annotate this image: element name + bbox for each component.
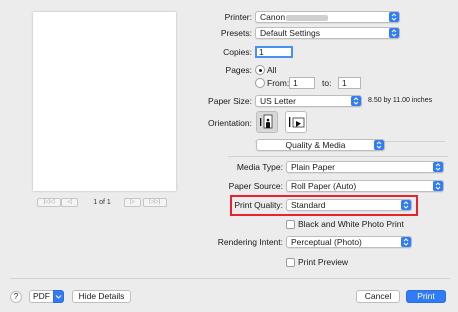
- portrait-orientation-icon: [260, 114, 273, 129]
- print-quality-popup[interactable]: Standard: [286, 199, 412, 211]
- divider: [228, 156, 448, 157]
- bw-photo-label: Black and White Photo Print: [298, 219, 404, 229]
- pages-from-label: From:: [267, 78, 290, 88]
- chevron-updown-icon: [389, 28, 399, 38]
- orientation-landscape-button[interactable]: [285, 111, 307, 133]
- presets-value: Default Settings: [260, 28, 321, 38]
- divider: [10, 278, 450, 279]
- paper-dimensions: 8.50 by 11.00 inches: [368, 97, 433, 104]
- pages-to-field[interactable]: 1: [338, 77, 361, 89]
- pages-from-field[interactable]: 1: [289, 77, 315, 89]
- presets-popup[interactable]: Default Settings: [255, 27, 400, 39]
- hide-details-button[interactable]: Hide Details: [72, 290, 131, 303]
- chevron-updown-icon: [374, 140, 384, 150]
- rendering-intent-popup[interactable]: Perceptual (Photo): [286, 236, 412, 248]
- chevron-updown-icon: [401, 200, 411, 210]
- pages-from-radio[interactable]: [255, 78, 265, 88]
- pages-all-radio[interactable]: [255, 65, 265, 75]
- paper-source-value: Roll Paper (Auto): [291, 181, 357, 191]
- media-type-popup[interactable]: Plain Paper: [286, 161, 444, 173]
- rendering-intent-value: Perceptual (Photo): [291, 237, 362, 247]
- chevron-down-icon: [55, 295, 62, 299]
- paper-size-label: Paper Size:: [208, 96, 252, 106]
- chevron-updown-icon: [433, 181, 443, 191]
- print-quality-label: Print Quality:: [234, 200, 283, 210]
- bw-photo-checkbox[interactable]: [286, 220, 295, 229]
- pdf-menu-button[interactable]: [53, 290, 64, 303]
- orientation-label: Orientation:: [208, 118, 252, 128]
- chevron-updown-icon: [433, 162, 443, 172]
- media-type-label: Media Type:: [236, 162, 283, 172]
- next-page-button[interactable]: ▷: [124, 198, 141, 207]
- page-indicator: 1 of 1: [93, 199, 111, 206]
- cancel-button[interactable]: Cancel: [356, 290, 400, 303]
- copies-field[interactable]: 1: [255, 46, 293, 58]
- section-popup-value: Quality & Media: [285, 140, 346, 150]
- print-quality-value: Standard: [291, 200, 326, 210]
- chevron-updown-icon: [351, 96, 361, 106]
- orientation-portrait-button[interactable]: [256, 111, 278, 133]
- pages-label: Pages:: [225, 65, 252, 75]
- first-page-button[interactable]: |◁◁: [37, 198, 61, 207]
- print-preview-label: Print Preview: [298, 257, 349, 267]
- rendering-intent-label: Rendering Intent:: [217, 237, 283, 247]
- printer-value: Canon: [260, 12, 286, 22]
- section-popup[interactable]: Quality & Media: [256, 139, 385, 151]
- paper-source-label: Paper Source:: [228, 181, 283, 191]
- pages-all-label: All: [267, 65, 277, 75]
- presets-label: Presets:: [220, 28, 252, 38]
- pdf-button[interactable]: PDF: [29, 290, 53, 303]
- last-page-button[interactable]: ▷▷|: [143, 198, 167, 207]
- print-button[interactable]: Print: [406, 290, 446, 303]
- help-button[interactable]: ?: [10, 291, 22, 303]
- print-preview-checkbox[interactable]: [286, 258, 295, 267]
- landscape-orientation-icon: [289, 117, 305, 128]
- printer-model-redacted: [286, 15, 328, 21]
- paper-size-value: US Letter: [260, 96, 296, 106]
- pages-to-label: to:: [322, 78, 332, 88]
- paper-size-popup[interactable]: US Letter: [255, 95, 362, 107]
- print-preview-page: [33, 12, 176, 191]
- chevron-updown-icon: [389, 12, 399, 22]
- previous-page-button[interactable]: ◁: [61, 198, 78, 207]
- paper-source-popup[interactable]: Roll Paper (Auto): [286, 180, 444, 192]
- copies-label: Copies:: [223, 47, 252, 57]
- chevron-updown-icon: [401, 237, 411, 247]
- printer-label: Printer:: [224, 12, 252, 22]
- media-type-value: Plain Paper: [291, 162, 335, 172]
